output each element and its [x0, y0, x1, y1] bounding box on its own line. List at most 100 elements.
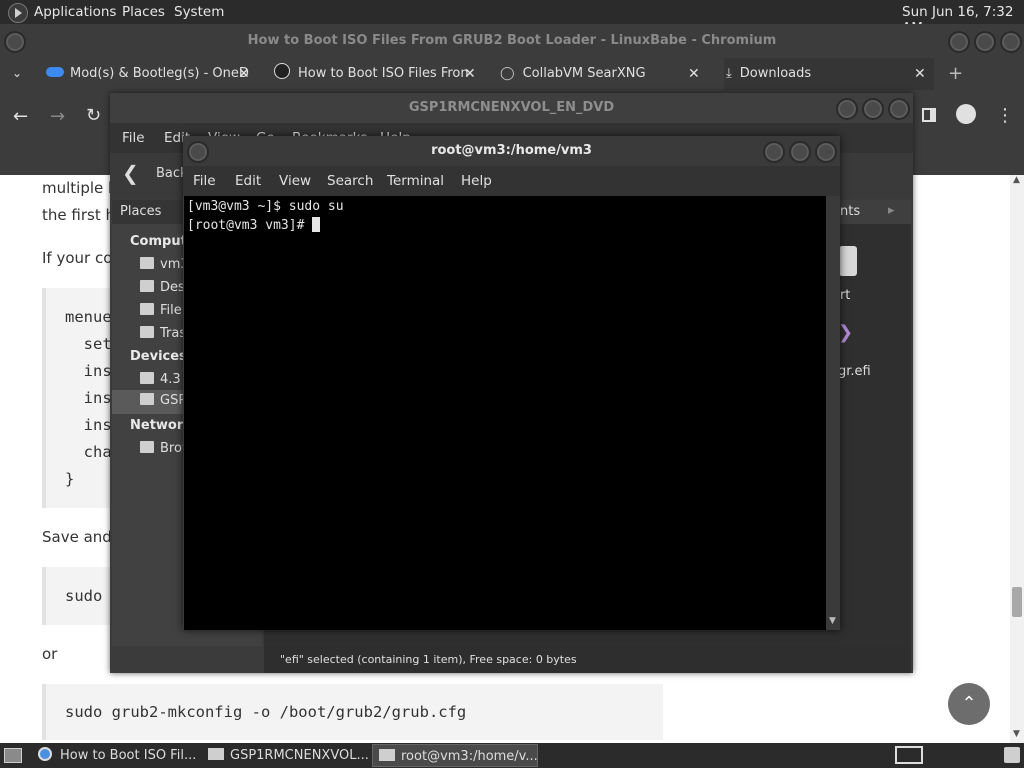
- page-scroll-thumb[interactable]: [1012, 587, 1022, 617]
- tab-label: Mod(s) & Bootleg(s) - OneD: [70, 66, 249, 81]
- chromium-icon: [38, 747, 52, 761]
- home-folder-icon: [140, 257, 154, 269]
- forward-arrow-icon[interactable]: →: [50, 106, 65, 127]
- file-icon[interactable]: [839, 246, 857, 276]
- taskbar-item-terminal[interactable]: root@vm3:/home/v...: [372, 744, 538, 767]
- maximize-button[interactable]: [974, 31, 996, 53]
- chevron-right-icon[interactable]: ▸: [888, 203, 895, 218]
- sidebar-header-devices: Devices: [130, 349, 187, 364]
- code-line: sudo: [65, 587, 103, 605]
- close-button[interactable]: [815, 141, 837, 163]
- code-line: }: [65, 470, 75, 488]
- trash-icon: [140, 326, 154, 338]
- sidebar-item-volume[interactable]: 4.3: [140, 372, 181, 387]
- close-tab-icon[interactable]: ✕: [464, 58, 476, 90]
- taskbar-item-file-manager[interactable]: GSP1RMCNENXVOL...: [202, 744, 370, 767]
- file-manager-statusbar: "efi" selected (containing 1 item), Free…: [264, 646, 911, 673]
- new-tab-button[interactable]: +: [948, 63, 963, 84]
- tab-search-chevron-icon[interactable]: ⌄: [12, 66, 22, 80]
- network-icon: [140, 441, 154, 453]
- menu-search[interactable]: Search: [327, 173, 373, 189]
- paragraph: or: [42, 645, 58, 663]
- tab-label: CollabVM SearXNG: [522, 66, 646, 81]
- file-label: gr.efi: [838, 364, 871, 379]
- sidebar-item-home[interactable]: vm3: [140, 257, 189, 272]
- side-panel-icon[interactable]: [922, 108, 936, 122]
- terminal-titlebar[interactable]: root@vm3:/home/vm3: [183, 136, 840, 166]
- terminal-title: root@vm3:/home/vm3: [431, 143, 592, 158]
- download-icon: ⤓: [726, 66, 732, 81]
- terminal-line: [vm3@vm3 ~]$ sudo su: [187, 199, 344, 214]
- chevron-up-icon: ⌃: [961, 693, 977, 714]
- places-menu[interactable]: Places: [122, 4, 165, 20]
- drive-icon: [140, 303, 154, 315]
- trash-icon[interactable]: [1004, 747, 1020, 763]
- paragraph: multiple h: [42, 179, 118, 197]
- page-scrollbar[interactable]: ▲ ▼: [1010, 175, 1024, 743]
- close-tab-icon[interactable]: ✕: [238, 58, 250, 90]
- tab-searxng[interactable]: ◯ CollabVM SearXNG ✕: [500, 58, 710, 90]
- menu-terminal[interactable]: Terminal: [387, 173, 444, 189]
- tab-onedrive[interactable]: Mod(s) & Bootleg(s) - OneD ✕: [46, 58, 256, 90]
- scroll-down-icon[interactable]: ▼: [829, 616, 836, 626]
- window-icon: [379, 749, 395, 761]
- scroll-down-icon[interactable]: ▼: [1013, 729, 1020, 739]
- file-icon[interactable]: ❯: [838, 322, 853, 343]
- applications-menu[interactable]: Applications: [34, 4, 116, 20]
- status-text: "efi" selected (containing 1 item), Free…: [280, 653, 577, 666]
- menu-view[interactable]: View: [279, 173, 311, 189]
- paragraph: If your co: [42, 249, 113, 267]
- tux-icon: [274, 63, 290, 79]
- desktop-icon: [140, 280, 154, 292]
- back-arrow-icon[interactable]: ←: [13, 106, 28, 127]
- terminal-cursor: [312, 217, 321, 232]
- close-tab-icon[interactable]: ✕: [688, 58, 700, 90]
- drive-icon: [140, 372, 154, 384]
- window-menu-button[interactable]: [187, 141, 209, 163]
- tab-linuxbabe[interactable]: How to Boot ISO Files Fron ✕: [274, 58, 484, 90]
- system-menu[interactable]: System: [174, 4, 224, 20]
- file-manager-titlebar[interactable]: GSP1RMCNENXVOL_EN_DVD: [110, 93, 913, 123]
- terminal-window: root@vm3:/home/vm3 File Edit View Search…: [183, 136, 840, 630]
- browser-window-title: How to Boot ISO Files From GRUB2 Boot Lo…: [247, 33, 777, 48]
- terminal-menubar: File Edit View Search Terminal Help: [183, 166, 840, 196]
- terminal-output[interactable]: [vm3@vm3 ~]$ sudo su [root@vm3 vm3]#: [184, 196, 826, 630]
- terminal-prompt-line: [root@vm3 vm3]#: [187, 217, 321, 233]
- terminal-scrollbar[interactable]: ▼: [826, 196, 840, 630]
- reload-icon[interactable]: ↻: [86, 105, 101, 126]
- maximize-button[interactable]: [862, 98, 884, 120]
- close-tab-icon[interactable]: ✕: [914, 58, 926, 90]
- profile-icon[interactable]: [956, 104, 976, 124]
- close-button[interactable]: [888, 98, 910, 120]
- paragraph: Save and: [42, 528, 112, 546]
- top-panel: Applications Places System Sun Jun 16, 7…: [0, 0, 1024, 36]
- close-button[interactable]: [1000, 31, 1022, 53]
- workspace-switcher[interactable]: [895, 746, 923, 764]
- minimize-button[interactable]: [948, 31, 970, 53]
- paragraph: the first h: [42, 206, 115, 224]
- menu-file[interactable]: File: [122, 130, 145, 146]
- bottom-panel: How to Boot ISO Fil... GSP1RMCNENXVOL...…: [0, 743, 1024, 768]
- optical-disc-icon: [140, 393, 154, 405]
- minimize-button[interactable]: [836, 98, 858, 120]
- code-line: sudo grub2-mkconfig -o /boot/grub2/grub.…: [65, 703, 467, 721]
- back-arrow-icon[interactable]: ❮: [122, 161, 139, 185]
- scroll-to-top-button[interactable]: ⌃: [948, 683, 990, 725]
- menu-file[interactable]: File: [193, 173, 216, 189]
- places-label: Places: [120, 204, 162, 219]
- minimize-button[interactable]: [763, 141, 785, 163]
- more-menu-icon[interactable]: ⋮: [996, 105, 1014, 126]
- maximize-button[interactable]: [789, 141, 811, 163]
- browser-titlebar[interactable]: How to Boot ISO Files From GRUB2 Boot Lo…: [0, 24, 1024, 58]
- tab-downloads[interactable]: ⤓ Downloads ✕: [724, 58, 934, 90]
- taskbar-item-chromium[interactable]: How to Boot ISO Fil...: [34, 744, 200, 767]
- window-icon: [208, 748, 224, 760]
- code-line: set: [65, 335, 112, 353]
- menu-help[interactable]: Help: [461, 173, 492, 189]
- tab-strip: ⌄ Mod(s) & Bootleg(s) - OneD ✕ How to Bo…: [0, 58, 1024, 90]
- window-menu-button[interactable]: [4, 31, 26, 53]
- show-desktop-icon[interactable]: [4, 748, 22, 763]
- menu-edit[interactable]: Edit: [235, 173, 261, 189]
- scroll-up-icon[interactable]: ▲: [1013, 175, 1020, 185]
- gnome-menu-icon[interactable]: [8, 3, 28, 23]
